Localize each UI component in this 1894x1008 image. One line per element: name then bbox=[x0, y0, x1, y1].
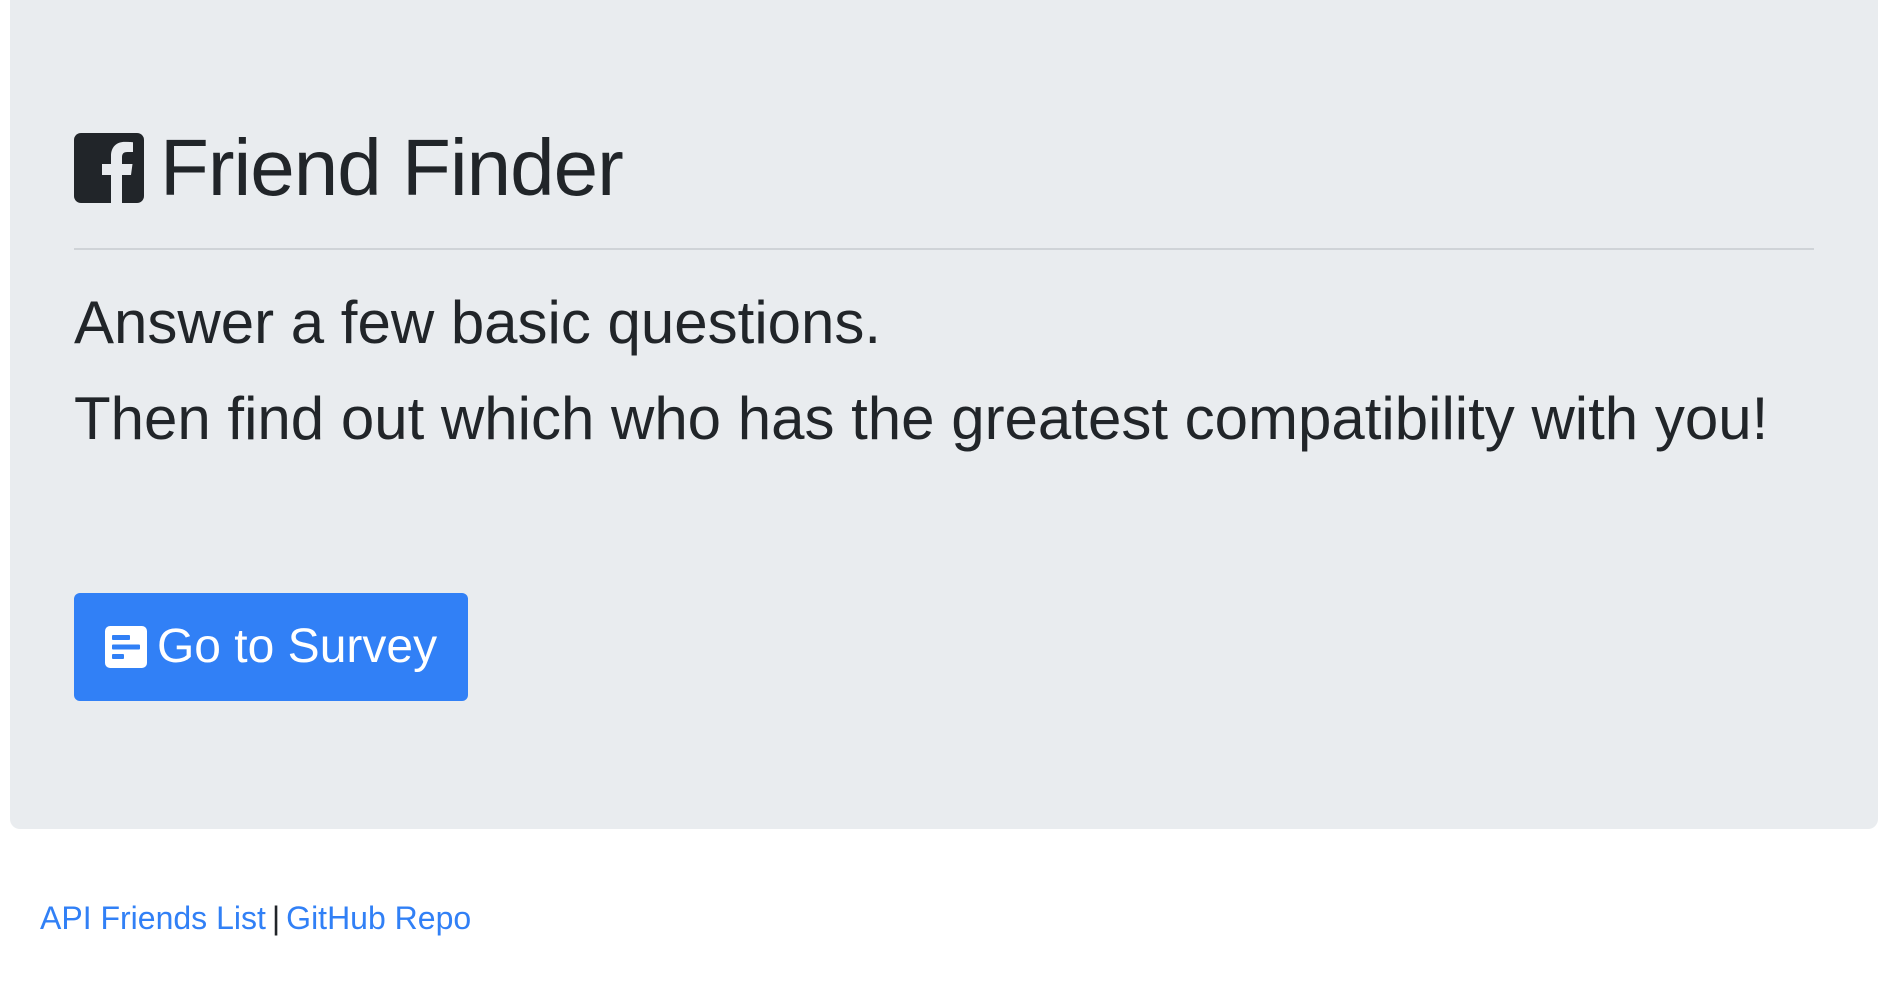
api-friends-list-link[interactable]: API Friends List bbox=[40, 900, 266, 936]
github-repo-link[interactable]: GitHub Repo bbox=[286, 900, 471, 936]
go-to-survey-label: Go to Survey bbox=[156, 620, 438, 673]
page-header: Friend Finder bbox=[74, 123, 624, 212]
intro-line-2: Then find out which who has the greatest… bbox=[74, 385, 1769, 452]
footer-separator: | bbox=[271, 900, 281, 936]
go-to-survey-button[interactable]: Go to Survey bbox=[74, 593, 468, 701]
jumbotron: Friend Finder Answer a few basic questio… bbox=[10, 0, 1878, 829]
intro-line-1: Answer a few basic questions. bbox=[74, 289, 882, 356]
facebook-square-icon bbox=[74, 133, 144, 203]
page-title: Friend Finder bbox=[160, 123, 624, 212]
footer: API Friends List | GitHub Repo bbox=[40, 893, 471, 943]
divider bbox=[74, 248, 1814, 250]
file-alt-icon bbox=[104, 626, 147, 668]
